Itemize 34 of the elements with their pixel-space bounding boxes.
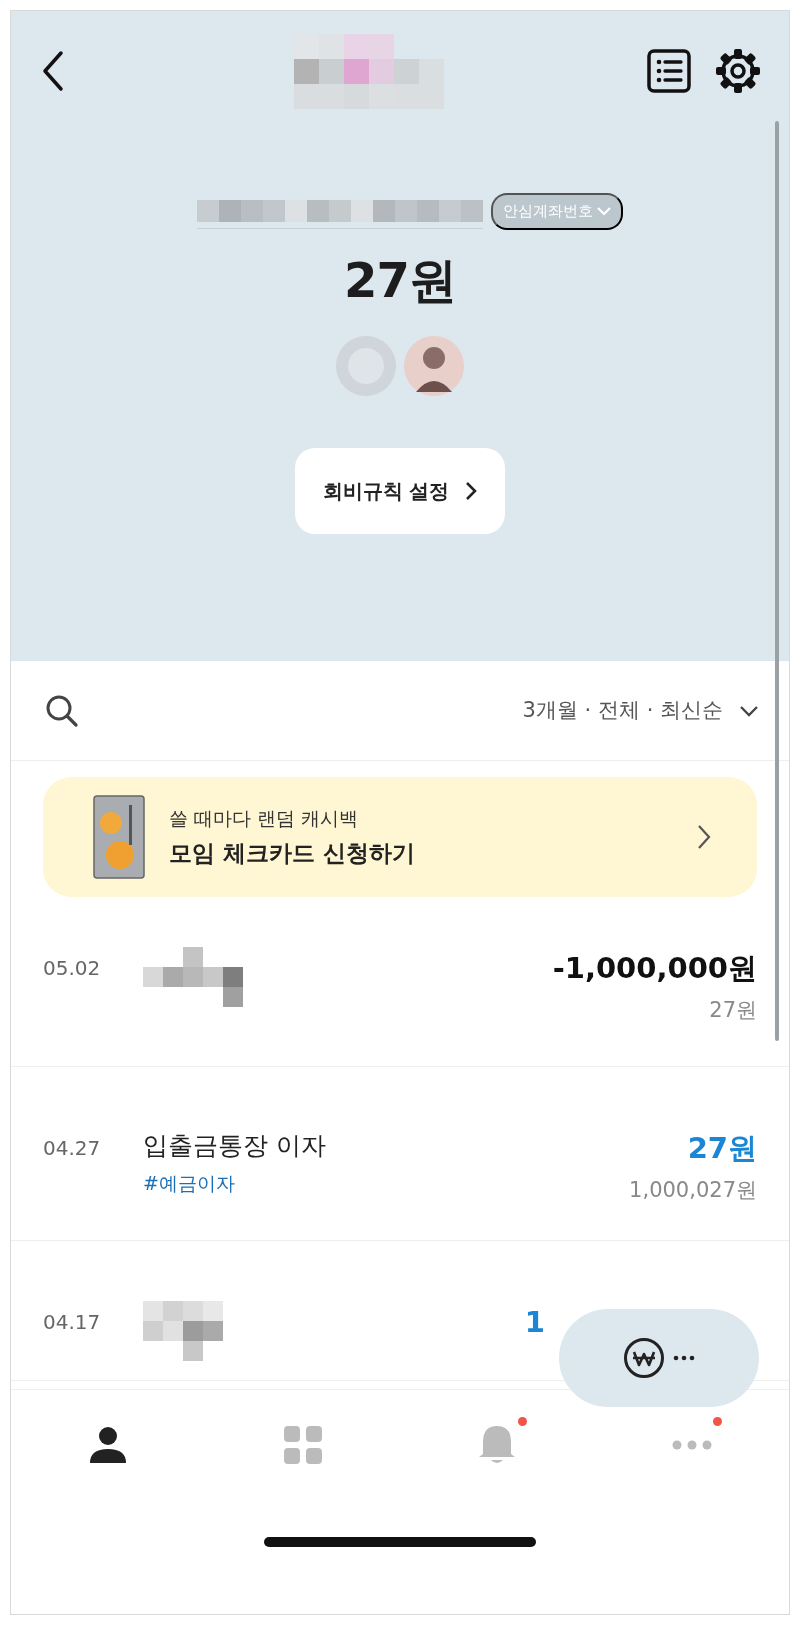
balance-amount: 27원: [344, 251, 456, 308]
chevron-right-icon: [465, 480, 478, 501]
transaction-amount: -1,000,000원: [552, 950, 757, 987]
promo-banner[interactable]: 쓸 때마다 랜덤 캐시백 모임 체크카드 신청하기: [43, 777, 757, 897]
balance-after: 1,000,027원: [629, 1176, 757, 1204]
search-icon: [45, 693, 79, 728]
transaction-name: 입출금통장 이자: [143, 1130, 327, 1162]
transaction-date: 04.17: [43, 1309, 102, 1336]
avatar-icon: [402, 333, 466, 398]
transaction-amount: 27원: [687, 1130, 757, 1167]
transaction-date: 05.02: [43, 955, 102, 982]
transaction-tag[interactable]: #예금이자: [143, 1168, 630, 1197]
list-icon: [647, 49, 691, 93]
transaction-amount: 1: [524, 1304, 545, 1341]
transaction-date: 04.27: [43, 1135, 102, 1162]
grid-icon: [282, 1424, 323, 1465]
chevron-down-icon: [597, 206, 611, 217]
list-button[interactable]: [647, 49, 691, 93]
promo-subtitle: 쓸 때마다 랜덤 캐시백: [169, 805, 360, 831]
chevron-down-icon: [739, 704, 759, 717]
settings-button[interactable]: [715, 48, 761, 94]
rule-settings-button[interactable]: 회비규칙 설정: [294, 447, 506, 534]
back-icon: [41, 50, 65, 92]
more-icon: [671, 1439, 712, 1450]
back-button[interactable]: [41, 50, 65, 92]
promo-title: 모임 체크카드 신청하기: [169, 839, 416, 868]
balance-after: 27원: [709, 996, 757, 1024]
more-icon: [673, 1355, 695, 1361]
won-icon: [623, 1337, 665, 1379]
person-icon: [88, 1424, 129, 1465]
filter-dropdown[interactable]: 3개월 · 전체 · 최신순: [522, 694, 759, 727]
settings-icon: [715, 48, 761, 94]
chevron-right-icon: [697, 824, 711, 850]
search-button[interactable]: [45, 693, 79, 728]
